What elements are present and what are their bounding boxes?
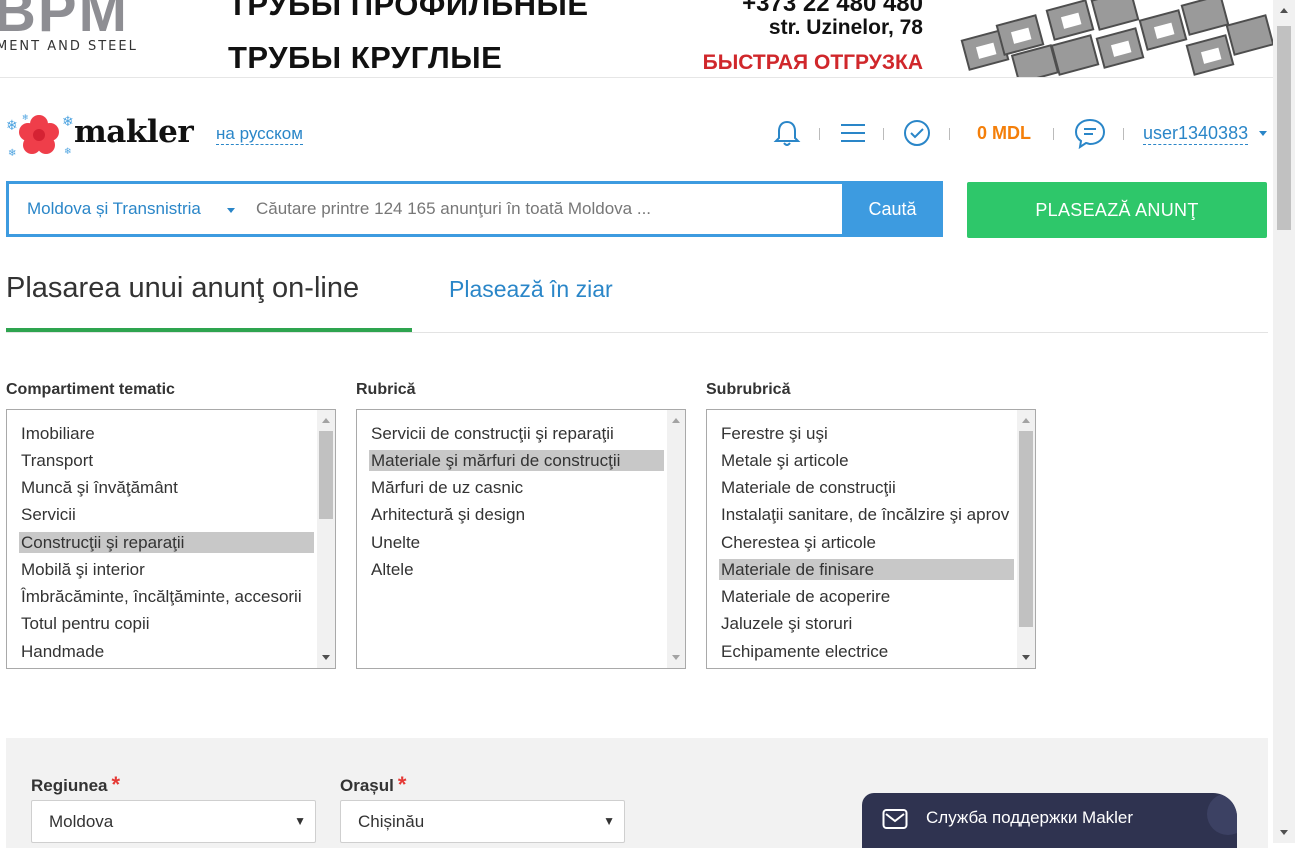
check-circle-icon[interactable] xyxy=(902,118,932,148)
list-item[interactable]: Arhitectură şi design xyxy=(369,504,664,525)
language-switch-link[interactable]: на русском xyxy=(216,124,303,145)
tab-online-ad[interactable]: Plasarea unui anunţ on-line xyxy=(6,272,359,305)
list-item[interactable]: Imobiliare xyxy=(19,423,314,444)
list-item[interactable]: Instalaţii sanitare, de încălzire şi apr… xyxy=(719,504,1014,525)
list-item-selected[interactable]: Materiale de finisare xyxy=(719,559,1014,580)
city-select-value: Chișinău xyxy=(358,812,425,831)
list-item[interactable]: Servicii xyxy=(19,504,314,525)
list-item[interactable]: Jaluzele şi storuri xyxy=(719,613,1014,634)
subrubric-label: Subrubrică xyxy=(706,381,791,398)
scroll-up-icon[interactable] xyxy=(1022,418,1030,423)
header-separator xyxy=(1053,128,1054,140)
svg-text:❄: ❄ xyxy=(64,147,72,157)
user-menu[interactable]: user1340383 xyxy=(1143,123,1249,145)
list-item[interactable]: Ferestre şi uşi xyxy=(719,423,1014,444)
dropdown-arrow-icon: ▼ xyxy=(603,814,615,828)
list-item[interactable]: Cherestea şi articole xyxy=(719,532,1014,553)
page-scrollbar[interactable] xyxy=(1273,0,1295,843)
required-mark: * xyxy=(111,772,121,797)
logo-wordmark: makler xyxy=(74,114,194,150)
scroll-up-icon[interactable] xyxy=(672,418,680,423)
chat-icon[interactable] xyxy=(1073,116,1107,150)
scrollbar-thumb[interactable] xyxy=(319,431,333,519)
scrollbar-thumb[interactable] xyxy=(1019,431,1033,627)
svg-text:❄: ❄ xyxy=(6,118,18,134)
scroll-down-icon[interactable] xyxy=(1022,655,1030,660)
menu-icon[interactable] xyxy=(838,118,868,148)
region-dropdown[interactable]: Moldova și Transnistria xyxy=(27,199,201,219)
mail-icon xyxy=(882,809,908,829)
list-item[interactable]: Muncă şi învăţământ xyxy=(19,477,314,498)
region-select-value: Moldova xyxy=(49,812,114,831)
scroll-up-icon[interactable] xyxy=(1280,8,1288,13)
banner-address: str. Uzinelor, 78 xyxy=(768,16,923,39)
subrubric-list[interactable]: Ferestre şi uşi Metale şi articole Mater… xyxy=(706,409,1036,669)
post-ad-button[interactable]: PLASEAZĂ ANUNŢ xyxy=(967,182,1267,238)
list-scrollbar[interactable] xyxy=(1017,410,1035,668)
banner-tagline: MENT AND STEEL xyxy=(0,39,138,54)
banner-line-2: ТРУБЫ КРУГЛЫЕ xyxy=(228,40,503,75)
search-button[interactable]: Caută xyxy=(842,181,943,237)
banner-fast-shipping: БЫСТРАЯ ОТГРУЗКА xyxy=(702,51,923,74)
bell-icon[interactable] xyxy=(772,118,802,148)
region-select[interactable]: Moldova ▼ xyxy=(31,800,316,843)
scroll-down-icon[interactable] xyxy=(672,655,680,660)
list-item[interactable]: Mărfuri de uz casnic xyxy=(369,477,664,498)
list-item[interactable]: Handmade xyxy=(19,641,314,662)
header-separator xyxy=(949,128,950,140)
header-separator xyxy=(1123,128,1124,140)
list-item-selected[interactable]: Materiale şi mărfuri de construcţii xyxy=(369,450,664,471)
city-label-text: Orașul xyxy=(340,776,394,795)
dropdown-arrow-icon: ▼ xyxy=(294,814,306,828)
support-chat-widget[interactable]: Служба поддержки Makler xyxy=(862,793,1237,848)
list-item[interactable]: Mobilă şi interior xyxy=(19,559,314,580)
chevron-down-icon[interactable] xyxy=(1259,131,1267,136)
rubric-label: Rubrică xyxy=(356,381,416,398)
banner-ad[interactable]: BPM MENT AND STEEL ТРУБЫ ПРОФИЛЬНЫЕ ТРУБ… xyxy=(0,0,1273,78)
header-separator xyxy=(819,128,820,140)
city-label: Orașul * xyxy=(340,771,406,797)
list-item[interactable]: Metale şi articole xyxy=(719,450,1014,471)
svg-text:❄: ❄ xyxy=(62,114,74,130)
search-bar: Moldova și Transnistria Caută xyxy=(6,181,943,237)
pipes-image xyxy=(955,0,1273,77)
makler-logo[interactable]: ❄ ❄ ❄ ❄ ❄ makler xyxy=(4,110,194,160)
list-item[interactable]: Materiale de construcţii xyxy=(719,477,1014,498)
required-mark: * xyxy=(397,772,407,797)
support-widget-label: Служба поддержки Makler xyxy=(926,808,1134,827)
list-item[interactable]: Transport xyxy=(19,450,314,471)
region-label-text: Regiunea xyxy=(31,776,108,795)
city-select[interactable]: Chișinău ▼ xyxy=(340,800,625,843)
scroll-down-icon[interactable] xyxy=(1280,830,1288,835)
search-input[interactable] xyxy=(254,192,834,226)
list-scrollbar[interactable] xyxy=(317,410,335,668)
list-item[interactable]: Echipamente electrice xyxy=(719,641,1014,662)
region-label: Regiunea * xyxy=(31,771,120,797)
banner-line-1: ТРУБЫ ПРОФИЛЬНЫЕ xyxy=(228,0,589,22)
list-item[interactable]: Unelte xyxy=(369,532,664,553)
svg-text:❄: ❄ xyxy=(22,113,29,122)
list-item[interactable]: Altele xyxy=(369,559,664,580)
svg-text:❄: ❄ xyxy=(8,148,16,159)
list-item[interactable]: Servicii de construcţii şi reparaţii xyxy=(369,423,664,444)
support-bubble-decoration xyxy=(1207,793,1237,835)
category-section-list[interactable]: Imobiliare Transport Muncă şi învăţământ… xyxy=(6,409,336,669)
rubric-list[interactable]: Servicii de construcţii şi reparaţii Mat… xyxy=(356,409,686,669)
list-item-selected[interactable]: Construcţii şi reparaţii xyxy=(19,532,314,553)
category-section-label: Compartiment tematic xyxy=(6,381,175,398)
list-item[interactable]: Totul pentru copii xyxy=(19,613,314,634)
tabs-divider xyxy=(6,332,1268,333)
list-item[interactable]: Materiale de acoperire xyxy=(719,586,1014,607)
list-scrollbar[interactable] xyxy=(667,410,685,668)
account-balance[interactable]: 0 MDL xyxy=(977,123,1031,144)
page-scrollbar-thumb[interactable] xyxy=(1277,26,1291,230)
scroll-up-icon[interactable] xyxy=(322,418,330,423)
flower-snowflake-icon: ❄ ❄ ❄ ❄ ❄ xyxy=(6,113,74,159)
chevron-down-icon[interactable] xyxy=(227,208,235,213)
header-separator xyxy=(883,128,884,140)
tab-newspaper-ad[interactable]: Plasează în ziar xyxy=(449,276,613,303)
scroll-down-icon[interactable] xyxy=(322,655,330,660)
list-item[interactable]: Îmbrăcăminte, încălţăminte, accesorii xyxy=(19,586,314,607)
